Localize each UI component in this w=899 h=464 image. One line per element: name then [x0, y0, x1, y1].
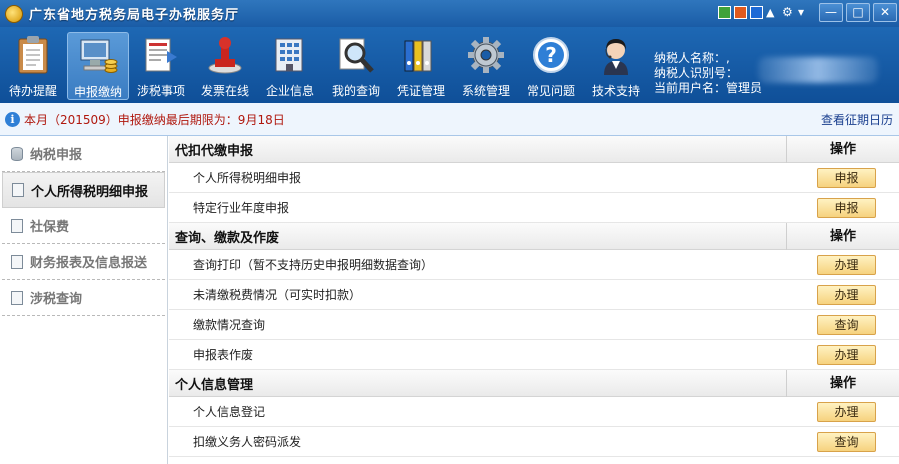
row-label: 缴款情况查询: [193, 318, 266, 332]
redacted-info: [758, 57, 878, 83]
taxpayer-name: 纳税人名称：,: [654, 51, 730, 65]
deadline-notice: 本月（201509）申报缴纳最后期限为：9月18日: [24, 112, 285, 127]
sidebar-item-financial-reports[interactable]: 财务报表及信息报送: [2, 244, 165, 280]
section-header: 个人信息管理 操作: [169, 369, 899, 397]
table-row: 扣缴义务人密码派发 查询: [169, 427, 899, 457]
row-label: 特定行业年度申报: [193, 201, 290, 215]
gear-icon: [464, 34, 508, 76]
title-bar: 广东省地方税务局电子办税服务厅 ▲ ⚙ ▾ — □ ✕: [0, 0, 899, 27]
current-user: 当前用户名：管理员: [654, 81, 763, 95]
handle-button[interactable]: 办理: [817, 255, 876, 275]
row-label: 未清缴税费情况（可实时扣款）: [193, 288, 362, 302]
query-button[interactable]: 查询: [817, 315, 876, 335]
building-icon: [268, 34, 312, 76]
table-row: 查询打印（暂不支持历史申报明细数据查询） 办理: [169, 250, 899, 280]
row-label: 扣缴义务人密码派发: [193, 435, 302, 449]
row-label: 个人所得税明细申报: [193, 171, 302, 185]
section-header: 代扣代缴申报 操作: [169, 135, 899, 163]
query-button[interactable]: 查询: [817, 432, 876, 452]
document-icon: [11, 218, 23, 233]
sidebar-item-social-security[interactable]: 社保费: [2, 208, 165, 244]
toolbar-item-invoice[interactable]: 发票在线: [194, 32, 256, 100]
orange-skin-icon[interactable]: [734, 6, 747, 19]
close-icon[interactable]: ✕: [873, 3, 897, 22]
document-icon: [11, 290, 23, 305]
row-label: 个人信息登记: [193, 405, 266, 419]
stamp-icon: [203, 34, 247, 76]
binders-icon: [399, 34, 443, 76]
operation-header: 操作: [786, 369, 899, 397]
row-label: 查询打印（暂不支持历史申报明细数据查询）: [193, 258, 434, 272]
database-icon: [11, 146, 23, 161]
info-icon: i: [5, 111, 20, 127]
table-row: 个人信息登记 办理: [169, 397, 899, 427]
clipboard-icon: [11, 34, 55, 76]
computer-coins-icon: [76, 35, 120, 77]
sidebar-item-tax-query[interactable]: 涉税查询: [2, 280, 165, 316]
sidebar-item-tax-declaration[interactable]: 纳税申报: [2, 136, 165, 172]
shirt-icon[interactable]: ▲: [766, 6, 779, 19]
section-title: 个人信息管理: [175, 377, 254, 393]
minimize-icon[interactable]: —: [819, 3, 843, 22]
table-row: 个人所得税明细申报 申报: [169, 163, 899, 193]
tax-calendar-link[interactable]: 查看征期日历: [821, 111, 893, 128]
section-title: 查询、缴款及作废: [175, 230, 280, 246]
notice-bar: i 本月（201509）申报缴纳最后期限为：9月18日 查看征期日历: [0, 103, 899, 136]
toolbar-item-company-info[interactable]: 企业信息: [259, 32, 321, 100]
main-content: 代扣代缴申报 操作 个人所得税明细申报 申报 特定行业年度申报 申报 查询、缴款…: [169, 135, 899, 464]
declare-button[interactable]: 申报: [817, 168, 876, 188]
handle-button[interactable]: 办理: [817, 345, 876, 365]
toolbar-item-todo[interactable]: 待办提醒: [2, 32, 64, 100]
blue-skin-icon[interactable]: [750, 6, 763, 19]
menu-icon[interactable]: ▾: [798, 6, 811, 19]
main-toolbar: 待办提醒 申报缴纳 涉税事项 发票在线 企业信息 我的查询 凭证管理 系统管理 …: [0, 27, 899, 103]
declare-button[interactable]: 申报: [817, 198, 876, 218]
handle-button[interactable]: 办理: [817, 285, 876, 305]
toolbar-item-tax-matters[interactable]: 涉税事项: [130, 32, 192, 100]
form-arrow-icon: [139, 34, 183, 76]
table-row: 缴款情况查询 查询: [169, 310, 899, 340]
support-agent-icon: [594, 34, 638, 76]
section-title: 代扣代缴申报: [175, 143, 254, 159]
row-label: 申报表作废: [193, 348, 254, 362]
taxpayer-id: 纳税人识别号：: [654, 66, 739, 80]
app-logo-icon: [5, 4, 23, 23]
maximize-icon[interactable]: □: [846, 3, 870, 22]
operation-header: 操作: [786, 135, 899, 163]
magnifier-icon: [334, 34, 378, 76]
settings-gear-icon[interactable]: ⚙: [782, 6, 795, 19]
table-row: 申报表作废 办理: [169, 340, 899, 370]
question-icon: ?: [529, 34, 573, 76]
window-controls: — □ ✕: [819, 3, 897, 22]
operation-header: 操作: [786, 222, 899, 250]
section-header: 查询、缴款及作废 操作: [169, 222, 899, 250]
taxpayer-info: 纳税人名称：, 纳税人识别号： 当前用户名：管理员: [654, 51, 762, 96]
toolbar-item-tech-support[interactable]: 技术支持: [585, 32, 647, 100]
document-icon: [12, 183, 24, 197]
table-row: 特定行业年度申报 申报: [169, 193, 899, 223]
toolbar-item-faq[interactable]: ? 常见问题: [520, 32, 582, 100]
sidebar-item-iit-detail[interactable]: 个人所得税明细申报: [2, 172, 165, 208]
toolbar-item-voucher[interactable]: 凭证管理: [390, 32, 452, 100]
handle-button[interactable]: 办理: [817, 402, 876, 422]
table-row: 未清缴税费情况（可实时扣款） 办理: [169, 280, 899, 310]
toolbar-item-declare-pay[interactable]: 申报缴纳: [67, 32, 129, 100]
document-icon: [11, 254, 23, 269]
window-title: 广东省地方税务局电子办税服务厅: [29, 8, 240, 23]
toolbar-item-my-query[interactable]: 我的查询: [325, 32, 387, 100]
sidebar: 纳税申报 个人所得税明细申报 社保费 财务报表及信息报送 涉税查询: [0, 136, 168, 464]
green-skin-icon[interactable]: [718, 6, 731, 19]
title-tools: ▲ ⚙ ▾: [718, 6, 811, 19]
toolbar-item-system[interactable]: 系统管理: [455, 32, 517, 100]
svg-text:?: ?: [545, 43, 557, 67]
